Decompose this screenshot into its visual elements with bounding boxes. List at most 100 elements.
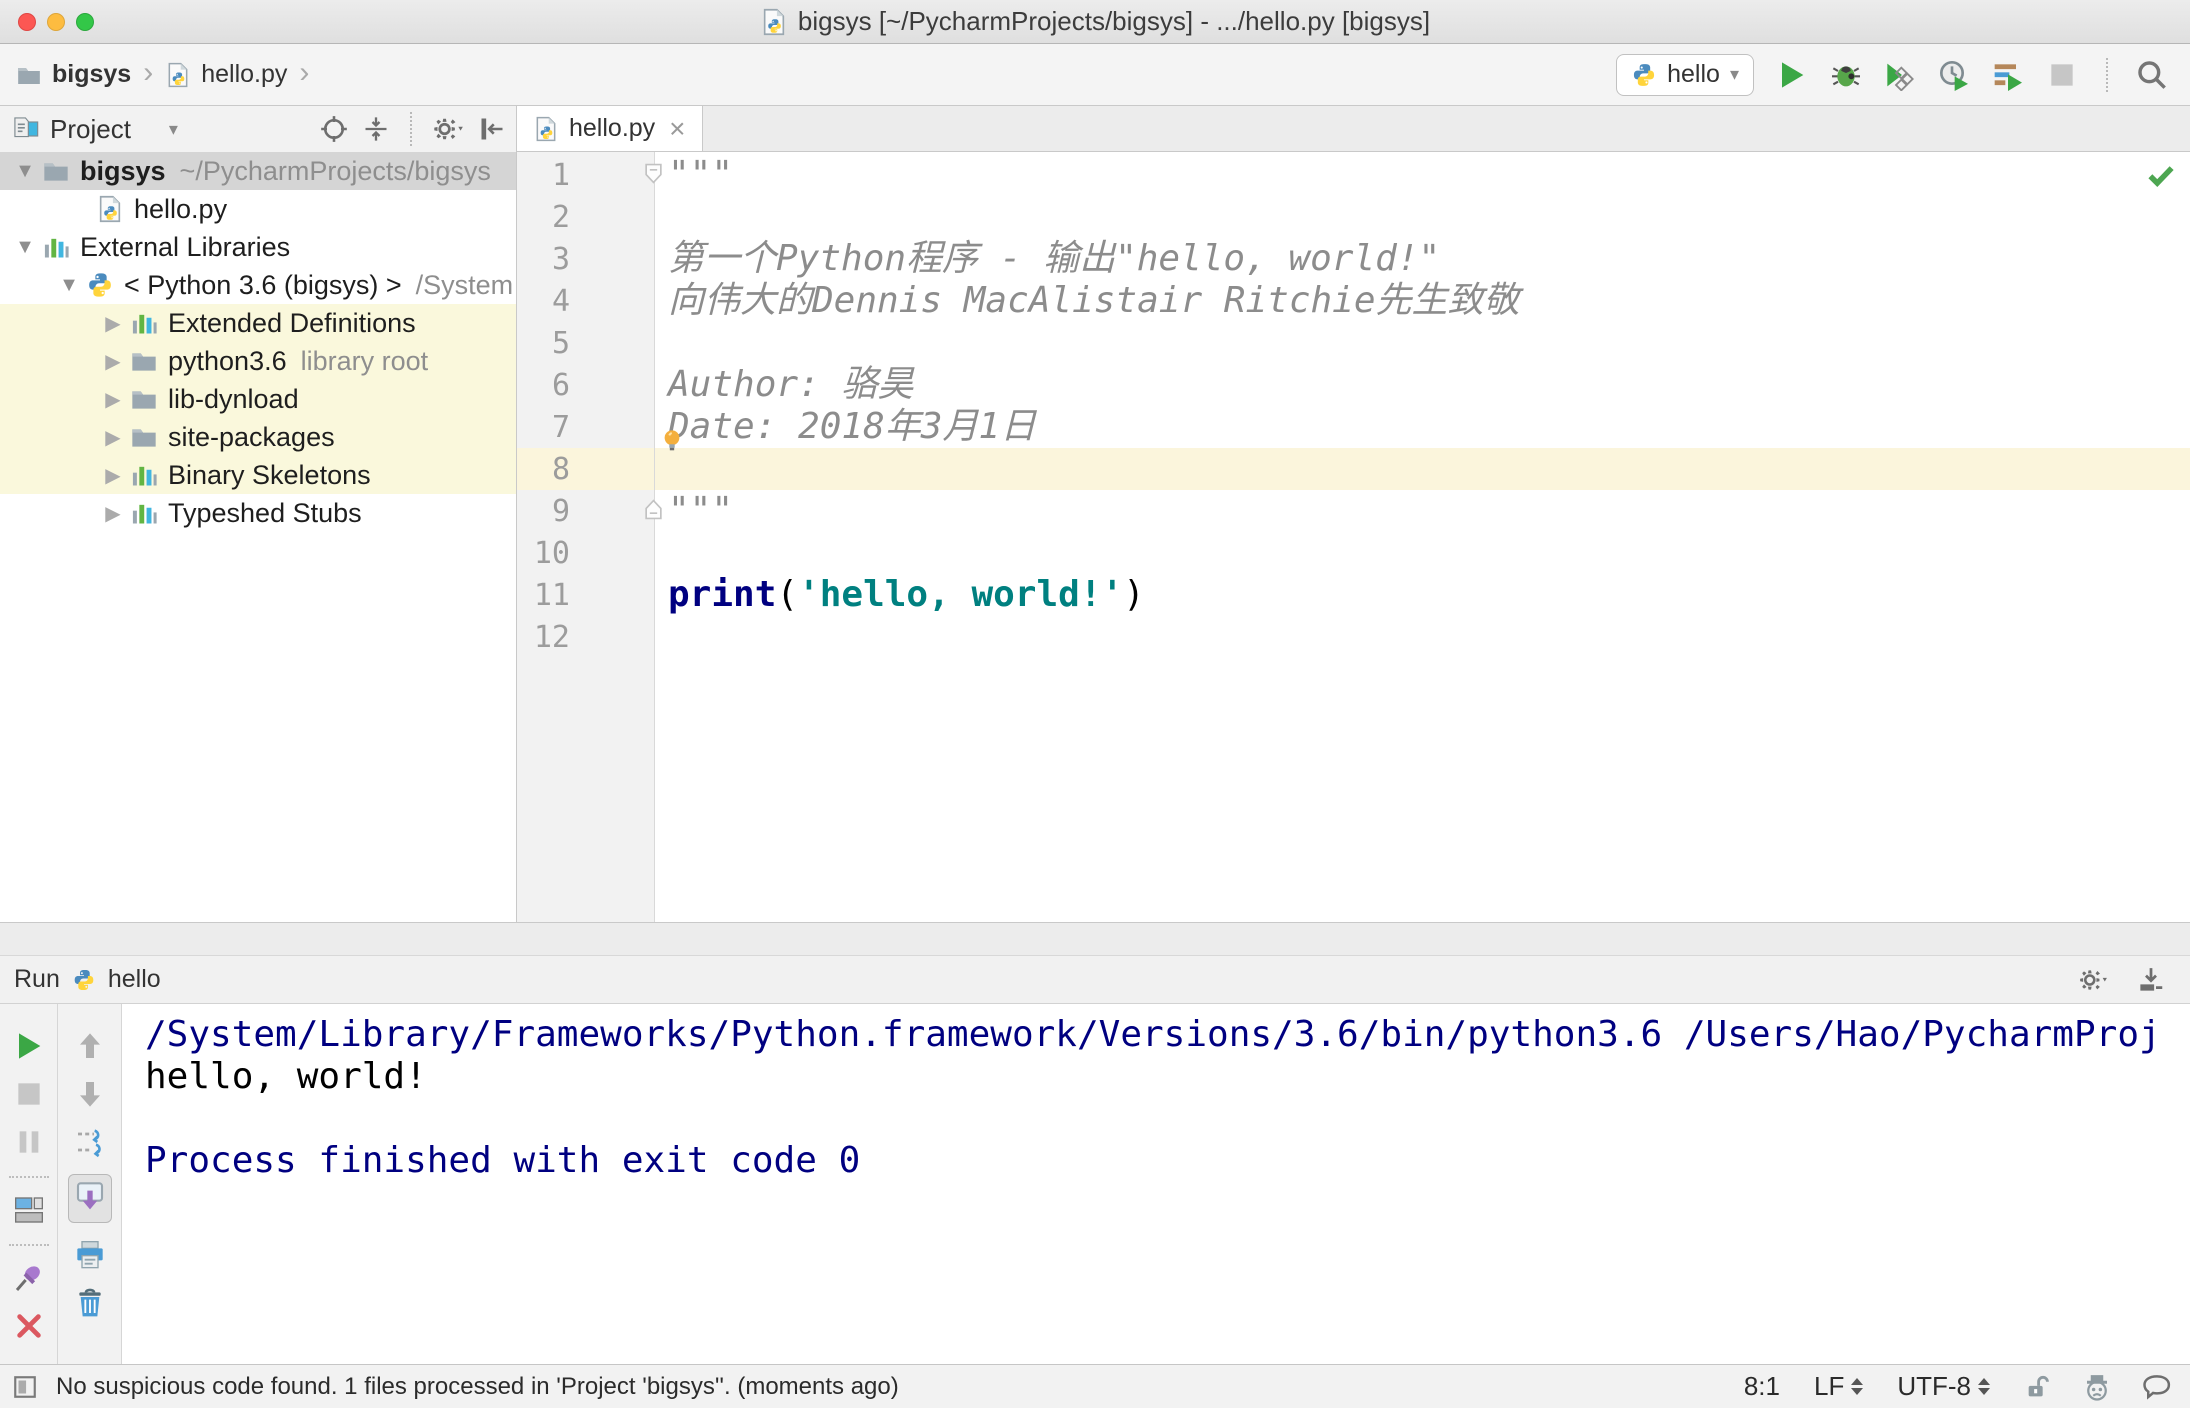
tree-item-python3.6[interactable]: ▶ python3.6 library root xyxy=(0,342,516,380)
status-message: No suspicious code found. 1 files proces… xyxy=(56,1372,899,1400)
inspections-ok-check-icon[interactable] xyxy=(2146,160,2176,190)
tree-collapsed-arrow-icon[interactable]: ▶ xyxy=(96,349,130,374)
run-with-coverage-icon[interactable] xyxy=(1884,59,1916,91)
python-file-icon xyxy=(165,62,191,88)
tree-collapsed-arrow-icon[interactable]: ▶ xyxy=(96,425,130,450)
breadcrumb-item-bigsys[interactable]: bigsys xyxy=(52,60,131,89)
lock-icon[interactable] xyxy=(2024,1373,2052,1401)
code-line-11[interactable]: print('hello, world!') xyxy=(655,574,2190,616)
code-line-3[interactable]: 第一个Python程序 - 输出"hello, world!" xyxy=(655,238,2190,280)
tool-window-toggle-icon[interactable] xyxy=(12,1374,38,1400)
profiler-icon[interactable] xyxy=(1938,59,1970,91)
tree-item-external-libraries[interactable]: ▼ External Libraries xyxy=(0,228,516,266)
tree-item-site-packages[interactable]: ▶ site-packages xyxy=(0,418,516,456)
dock-icon[interactable] xyxy=(2136,965,2166,995)
encoding-widget[interactable]: UTF-8 xyxy=(1897,1371,1990,1402)
tree-item-binary-skeletons[interactable]: ▶ Binary Skeletons xyxy=(0,456,516,494)
rerun-icon[interactable] xyxy=(13,1030,45,1062)
tree-expanded-arrow-icon[interactable]: ▼ xyxy=(8,160,42,183)
tree-item-hello.py[interactable]: hello.py xyxy=(0,190,516,228)
line-number-9[interactable]: 9 xyxy=(517,490,654,532)
code-line-8[interactable] xyxy=(655,448,2190,490)
tree-item-bigsys[interactable]: ▼ bigsys ~/PycharmProjects/bigsys xyxy=(0,152,516,190)
caret-position-widget[interactable]: 8:1 xyxy=(1744,1371,1780,1402)
line-number-3[interactable]: 3 xyxy=(517,238,654,280)
editor-tab-hello-py[interactable]: hello.py × xyxy=(517,106,703,151)
settings-gear-icon[interactable] xyxy=(2078,965,2108,995)
editor-code-area[interactable]: """ 第一个Python程序 - 输出"hello, world!" 向伟大的De… xyxy=(655,152,2190,922)
line-number-1[interactable]: 1 xyxy=(517,154,654,196)
line-separator-widget[interactable]: LF xyxy=(1814,1371,1864,1402)
close-icon[interactable] xyxy=(13,1310,45,1342)
search-everywhere-icon[interactable] xyxy=(2136,59,2168,91)
code-line-9[interactable]: """ xyxy=(655,490,2190,532)
tree-collapsed-arrow-icon[interactable]: ▶ xyxy=(96,387,130,412)
up-stack-trace-icon[interactable] xyxy=(74,1030,106,1062)
debug-icon[interactable] xyxy=(1830,59,1862,91)
line-number-2[interactable]: 2 xyxy=(517,196,654,238)
minimize-window-button[interactable] xyxy=(47,13,65,31)
zoom-window-button[interactable] xyxy=(76,13,94,31)
tree-item-lib-dynload[interactable]: ▶ lib-dynload xyxy=(0,380,516,418)
soft-wrap-icon[interactable] xyxy=(74,1126,106,1158)
line-number-7[interactable]: 7 xyxy=(517,406,654,448)
code-line-5[interactable] xyxy=(655,322,2190,364)
pause-output-icon[interactable] xyxy=(13,1126,45,1158)
settings-gear-icon[interactable] xyxy=(432,113,464,145)
hector-icon[interactable] xyxy=(2082,1372,2112,1402)
run-configuration-select[interactable]: hello ▾ xyxy=(1616,53,1754,96)
print-icon[interactable] xyxy=(74,1239,106,1271)
tree-collapsed-arrow-icon[interactable]: ▶ xyxy=(96,501,130,526)
fold-close-icon[interactable] xyxy=(644,499,663,525)
code-line-1[interactable]: """ xyxy=(655,154,2190,196)
tree-item-python-3.6-bigsys[interactable]: ▼ < Python 3.6 (bigsys) > /System xyxy=(0,266,516,304)
run-icon[interactable] xyxy=(1776,59,1808,91)
tree-expanded-arrow-icon[interactable]: ▼ xyxy=(8,236,42,259)
restore-layout-icon[interactable] xyxy=(13,1194,45,1226)
line-number-5[interactable]: 5 xyxy=(517,322,654,364)
line-number-10[interactable]: 10 xyxy=(517,532,654,574)
console-toolbar xyxy=(58,1004,122,1364)
line-number-8[interactable]: 8 xyxy=(517,448,654,490)
stop-icon[interactable] xyxy=(13,1078,45,1110)
tree-item-extended-definitions[interactable]: ▶ Extended Definitions xyxy=(0,304,516,342)
scroll-to-end-icon-selected[interactable] xyxy=(67,1174,112,1223)
code-editor[interactable]: 1 2 3 4 5 6 7 8 9 10 11 12 """ 第一个Python程序 - 输出"hell… xyxy=(517,152,2190,922)
fold-open-icon[interactable] xyxy=(644,163,663,189)
hide-panel-icon[interactable] xyxy=(478,115,506,143)
tree-expanded-arrow-icon[interactable]: ▼ xyxy=(52,274,86,297)
concurrency-diagram-icon[interactable] xyxy=(1992,59,2024,91)
project-view-select[interactable]: Project ▾ xyxy=(12,114,178,145)
collapse-all-icon[interactable] xyxy=(362,115,390,143)
line-number-6[interactable]: 6 xyxy=(517,364,654,406)
tree-collapsed-arrow-icon[interactable]: ▶ xyxy=(96,311,130,336)
project-tree[interactable]: ▼ bigsys ~/PycharmProjects/bigsys hello.py ▼… xyxy=(0,152,516,922)
console-line: /System/Library/Frameworks/Python.framew… xyxy=(145,1014,2161,1055)
close-window-button[interactable] xyxy=(18,13,36,31)
run-tool-window: Run hello /System/Library/Frameworks/Pyt… xyxy=(0,956,2190,1382)
locate-icon[interactable] xyxy=(320,115,348,143)
code-line-10[interactable] xyxy=(655,532,2190,574)
clear-all-icon[interactable] xyxy=(74,1287,106,1319)
code-line-12[interactable] xyxy=(655,616,2190,658)
project-panel-actions xyxy=(320,112,506,146)
console-output[interactable]: /System/Library/Frameworks/Python.framew… xyxy=(122,1004,2190,1364)
intention-bulb-icon[interactable] xyxy=(659,428,685,454)
line-number-12[interactable]: 12 xyxy=(517,616,654,658)
pin-tab-icon[interactable] xyxy=(13,1262,45,1294)
code-line-7[interactable]: Date: 2018年3月1日 xyxy=(655,406,2190,448)
code-line-4[interactable]: 向伟大的Dennis MacAlistair Ritchie先生致敬 xyxy=(655,280,2190,322)
code-line-2[interactable] xyxy=(655,196,2190,238)
close-tab-icon[interactable]: × xyxy=(669,113,685,145)
tree-item-typeshed-stubs[interactable]: ▶ Typeshed Stubs xyxy=(0,494,516,532)
tree-collapsed-arrow-icon[interactable]: ▶ xyxy=(96,463,130,488)
line-number-4[interactable]: 4 xyxy=(517,280,654,322)
code-line-6[interactable]: Author: 骆昊 xyxy=(655,364,2190,406)
breadcrumb-item-hello-py[interactable]: hello.py xyxy=(201,60,287,89)
editor-gutter[interactable]: 1 2 3 4 5 6 7 8 9 10 11 12 xyxy=(517,152,662,922)
line-number-11[interactable]: 11 xyxy=(517,574,654,616)
down-stack-trace-icon[interactable] xyxy=(74,1078,106,1110)
breadcrumb: bigsys › hello.py › xyxy=(16,56,311,94)
feedback-bubble-icon[interactable] xyxy=(2142,1372,2172,1402)
stop-icon[interactable] xyxy=(2046,59,2078,91)
